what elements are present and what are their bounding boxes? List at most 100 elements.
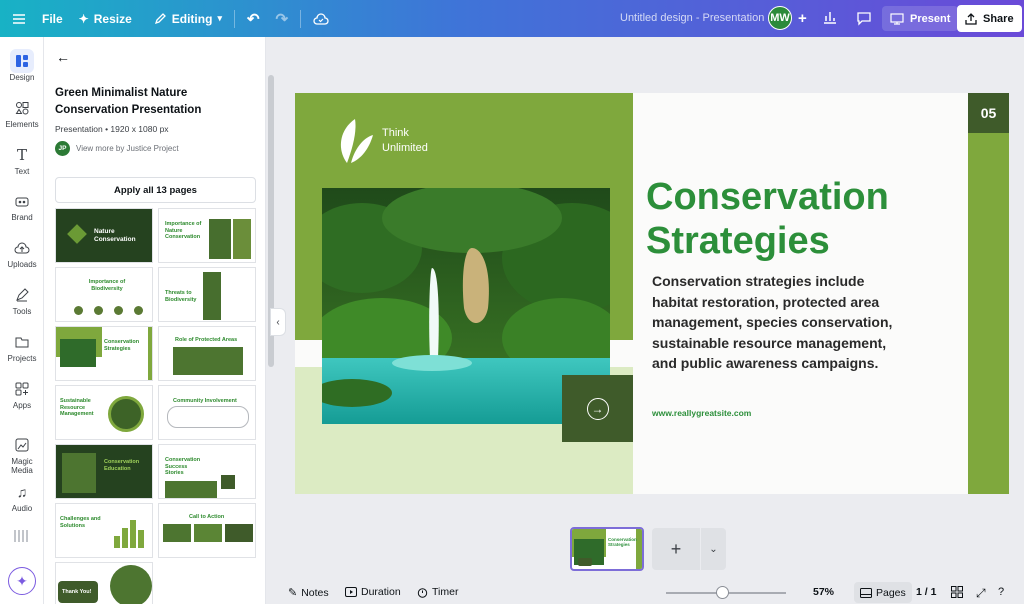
- file-menu-button[interactable]: File: [34, 0, 71, 37]
- rail-item-projects[interactable]: Projects: [0, 330, 44, 363]
- slide-url[interactable]: www.reallygreatsite.com: [652, 408, 751, 418]
- duration-label: Duration: [361, 586, 401, 598]
- chevron-left-icon: ‹: [276, 316, 280, 328]
- thumb-title: Sustainable Resource Management: [60, 398, 94, 417]
- rail-item-tools[interactable]: Tools: [0, 283, 44, 316]
- resize-button[interactable]: ✦ Resize: [71, 0, 140, 37]
- author-row[interactable]: JP View more by Justice Project: [55, 141, 179, 156]
- rail-item-elements[interactable]: Elements: [0, 96, 44, 129]
- tools-icon: [16, 288, 29, 302]
- zoom-level[interactable]: 57%: [813, 586, 834, 598]
- audio-icon: ♫: [16, 484, 28, 500]
- slide-heading[interactable]: Conservation Strategies: [646, 175, 889, 263]
- author-link[interactable]: View more by Justice Project: [76, 144, 179, 153]
- slide-body-text[interactable]: Conservation strategies include habitat …: [652, 271, 912, 374]
- template-thumb[interactable]: Conservation Strategies: [55, 326, 153, 381]
- thumb-title: Conservation Education: [104, 459, 140, 472]
- main-menu-button[interactable]: [0, 0, 34, 37]
- rail-label: Magic Media: [11, 457, 33, 475]
- notes-icon: ✎: [288, 587, 298, 599]
- help-button[interactable]: ?: [998, 586, 1004, 598]
- heading-line: Strategies: [646, 220, 830, 262]
- thumb-title: Importance of Nature Conservation: [165, 221, 202, 240]
- design-icon: [16, 55, 28, 67]
- template-thumb[interactable]: Importance of Biodiversity: [55, 267, 153, 322]
- collapse-panel-button[interactable]: ‹: [270, 308, 286, 336]
- template-thumb[interactable]: Threats to Biodiversity: [158, 267, 256, 322]
- rail-label: Brand: [11, 213, 33, 222]
- bar-chart-icon: [824, 12, 836, 24]
- rail-item-design[interactable]: Design: [0, 49, 44, 82]
- help-icon: ?: [998, 586, 1005, 598]
- comments-button[interactable]: [856, 10, 872, 29]
- rail-item-magic-media[interactable]: Magic Media: [0, 433, 44, 475]
- zoom-slider-handle[interactable]: [716, 586, 730, 599]
- fullscreen-button[interactable]: ⤢: [976, 586, 986, 601]
- redo-icon: ↷: [275, 10, 289, 28]
- timer-button[interactable]: Timer: [417, 586, 458, 598]
- cloud-check-icon: [313, 12, 329, 25]
- rail-item-uploads[interactable]: Uploads: [0, 236, 44, 269]
- duration-button[interactable]: Duration: [345, 586, 401, 598]
- rail-label: Tools: [12, 307, 32, 316]
- editing-mode-button[interactable]: Editing ▾: [146, 0, 230, 37]
- apply-all-button[interactable]: Apply all 13 pages: [55, 177, 256, 203]
- template-thumb[interactable]: Community Involvement: [158, 385, 256, 440]
- back-arrow-icon[interactable]: ←: [56, 49, 70, 65]
- file-label: File: [42, 11, 63, 26]
- template-thumb[interactable]: Sustainable Resource Management: [55, 385, 153, 440]
- template-thumb[interactable]: Challenges and Solutions: [55, 503, 153, 558]
- uploads-icon: [14, 242, 30, 254]
- design-title[interactable]: Untitled design - Presentation: [620, 12, 764, 24]
- heading-line: Conservation: [646, 176, 889, 218]
- template-thumb[interactable]: Role of Protected Areas: [158, 326, 256, 381]
- save-status-button[interactable]: [305, 0, 337, 37]
- apps-icon: [15, 382, 29, 396]
- thumb-title: Conservation Strategies: [104, 339, 140, 352]
- slide-page-number: 05: [968, 93, 1009, 133]
- insights-button[interactable]: [822, 9, 838, 28]
- rail-item-apps[interactable]: Apps: [0, 377, 44, 410]
- slide-canvas[interactable]: Think Unlimited → 05 Conservation Strate…: [295, 93, 1009, 494]
- add-page-button[interactable]: +: [652, 528, 700, 570]
- brand-icon: [15, 197, 29, 207]
- right-green-bar: [968, 93, 1009, 494]
- thumb-title: Thank You!: [62, 589, 92, 595]
- rail-item-brand[interactable]: Brand: [0, 189, 44, 222]
- sparkle-icon: ✦: [78, 11, 89, 26]
- notes-button[interactable]: ✎ Notes: [288, 586, 329, 600]
- rail-label: Uploads: [7, 260, 37, 269]
- rail-item-audio[interactable]: ♫ Audio: [0, 480, 44, 513]
- collaborators: MW +: [768, 6, 807, 30]
- chevron-down-icon: ▾: [217, 13, 222, 23]
- add-page-options-button[interactable]: ⌄: [701, 528, 726, 570]
- next-arrow-box: →: [562, 375, 633, 442]
- page-thumbnail[interactable]: Conservation Strategies: [570, 527, 644, 571]
- template-thumb[interactable]: Importance of Nature Conservation: [158, 208, 256, 263]
- magic-assistant-button[interactable]: ✦: [8, 567, 36, 595]
- thumb-title: Threats to Biodiversity: [165, 290, 197, 303]
- template-thumb[interactable]: Conservation Success Stories: [158, 444, 256, 499]
- grid-view-button[interactable]: [951, 586, 963, 598]
- upload-icon: [965, 12, 977, 25]
- template-thumb[interactable]: Conservation Education: [55, 444, 153, 499]
- expand-icon: ⤢: [976, 586, 986, 600]
- timer-label: Timer: [432, 586, 459, 598]
- bottom-bar: ✎ Notes Duration Timer 57% Pages 1 / 1 ⤢…: [278, 581, 1024, 604]
- template-thumb[interactable]: Nature Conservation: [55, 208, 153, 263]
- logo-line: Unlimited: [382, 142, 428, 154]
- rail-label: Projects: [7, 354, 37, 363]
- present-button[interactable]: Present: [882, 6, 959, 31]
- template-thumb[interactable]: Thank You!: [55, 562, 153, 604]
- template-thumb[interactable]: Call to Action: [158, 503, 256, 558]
- rail-item-text[interactable]: T Text: [0, 143, 44, 176]
- add-collaborator-icon[interactable]: +: [798, 10, 807, 27]
- more-apps-icon[interactable]: [14, 530, 28, 542]
- undo-button[interactable]: ↶: [239, 0, 268, 37]
- avatar[interactable]: MW: [768, 6, 792, 30]
- pages-icon: [860, 587, 872, 598]
- pages-button[interactable]: Pages: [854, 582, 912, 603]
- rail-label: Elements: [5, 120, 39, 129]
- redo-button[interactable]: ↷: [268, 0, 297, 37]
- share-button[interactable]: Share: [957, 5, 1022, 32]
